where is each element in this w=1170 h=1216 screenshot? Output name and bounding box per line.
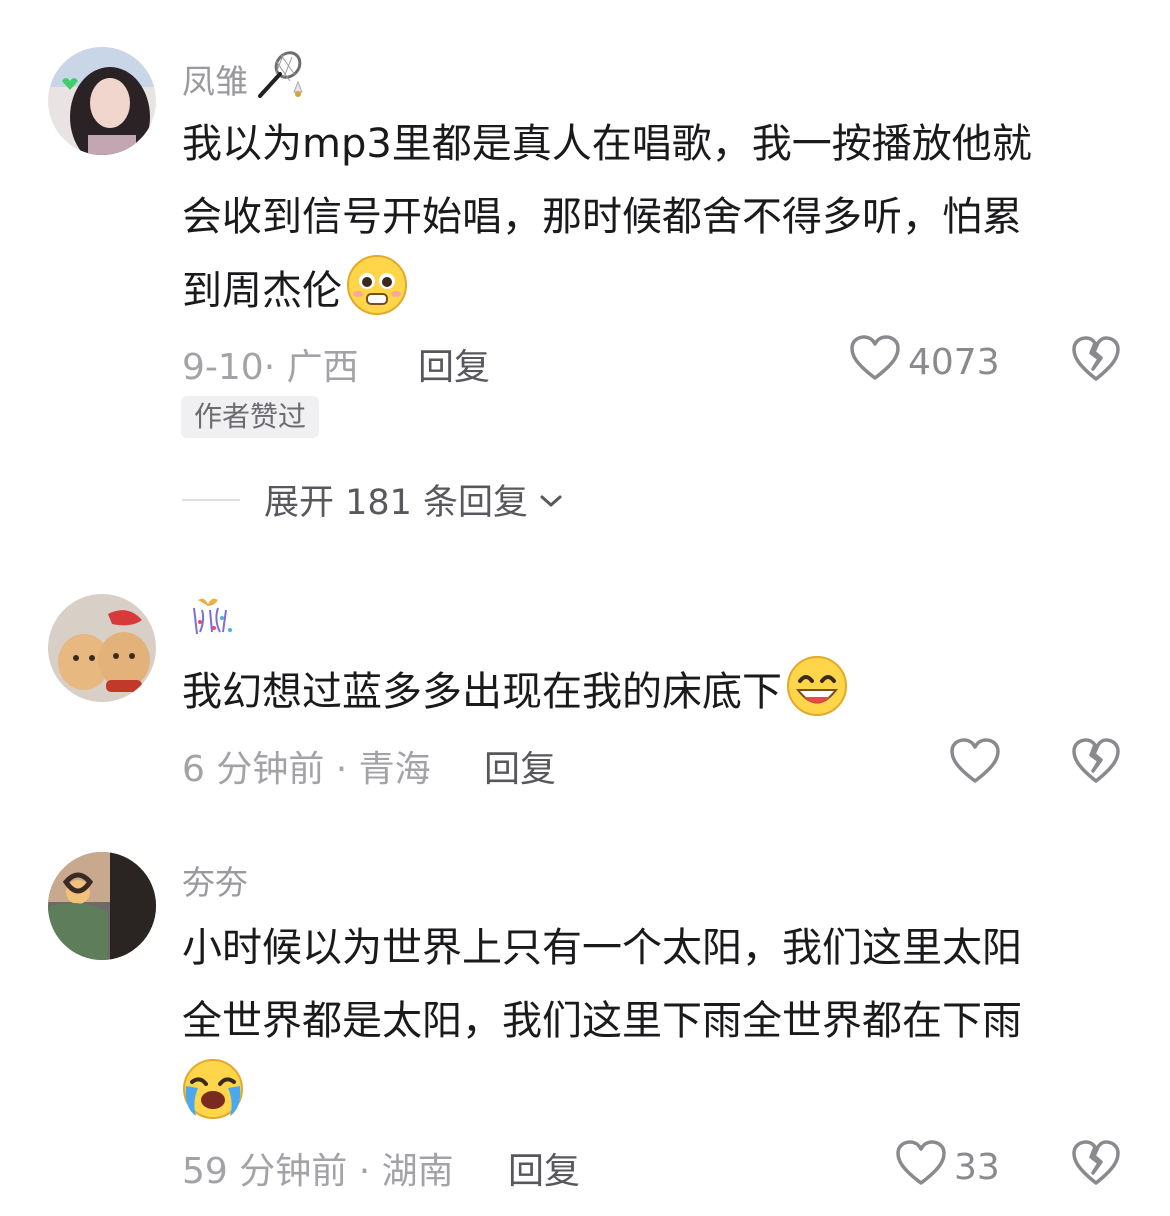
dislike-button[interactable] xyxy=(1072,738,1120,788)
avatar[interactable] xyxy=(48,594,156,702)
username[interactable]: 凤雏 xyxy=(182,50,304,108)
comment-meta: 59 分钟前 · 湖南 xyxy=(182,1151,454,1192)
dislike-button[interactable] xyxy=(1072,1140,1120,1190)
like-button[interactable]: 33 xyxy=(896,1140,1000,1195)
comment-meta: 9-10· 广西 xyxy=(182,347,359,388)
gift-confetti-icon xyxy=(188,594,238,648)
grinning-face-emoji xyxy=(786,655,848,741)
like-count: 33 xyxy=(954,1147,1000,1188)
like-count: 4073 xyxy=(908,342,1000,383)
author-liked-tag: 作者赞过 xyxy=(181,396,320,438)
expand-replies-button[interactable]: 展开 181 条回复 xyxy=(182,474,564,525)
username[interactable] xyxy=(182,594,238,648)
reply-button[interactable]: 回复 xyxy=(418,338,490,390)
heart-icon xyxy=(950,738,1000,793)
heart-icon xyxy=(896,1140,946,1195)
dislike-button[interactable] xyxy=(1072,336,1120,386)
comment-text: 我幻想过蓝多多出现在我的床底下 xyxy=(182,655,1112,741)
avatar[interactable] xyxy=(48,852,156,960)
chevron-down-icon xyxy=(538,480,564,520)
comment-text: 小时候以为世界上只有一个太阳，我们这里太阳 全世界都是太阳，我们这里下雨全世界都… xyxy=(182,912,1112,1144)
like-button[interactable] xyxy=(950,738,1008,793)
broken-heart-icon xyxy=(1072,1140,1120,1190)
broken-heart-icon xyxy=(1072,336,1120,386)
badminton-racket-icon xyxy=(254,50,304,108)
avatar[interactable] xyxy=(48,47,156,155)
broken-heart-icon xyxy=(1072,738,1120,788)
comment-text: 我以为mp3里都是真人在唱歌，我一按播放他就 会收到信号开始唱，那时候都舍不得多… xyxy=(182,108,1112,340)
comment-meta: 6 分钟前 · 青海 xyxy=(182,749,431,790)
pleading-face-emoji xyxy=(346,254,408,340)
username[interactable]: 夯夯 xyxy=(182,856,248,904)
divider xyxy=(182,498,240,501)
like-button[interactable]: 4073 xyxy=(850,335,1000,390)
loudly-crying-face-emoji xyxy=(182,1058,244,1144)
heart-icon xyxy=(850,335,900,390)
reply-button[interactable]: 回复 xyxy=(508,1142,580,1194)
reply-button[interactable]: 回复 xyxy=(484,740,556,792)
